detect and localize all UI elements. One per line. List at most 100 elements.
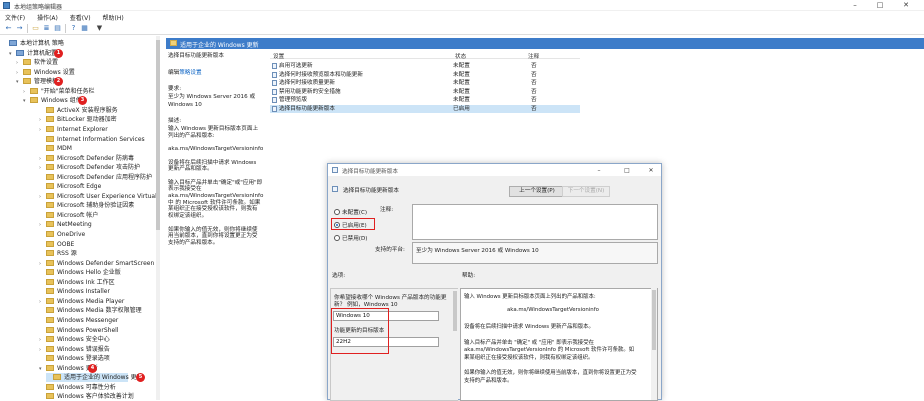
next-setting-button[interactable]: 下一个设置(N) (562, 186, 610, 197)
tree-pane: 本地计算机 策略 ▾ 计算机配置 1 › 软件设置 › Windows 设置 ▾ 管理模板 2 › "开… (0, 36, 160, 400)
tree-node[interactable]: OneDrive (39, 230, 85, 239)
computer-icon (9, 40, 17, 46)
forward-icon[interactable]: → (15, 24, 24, 33)
tree-node[interactable]: › Microsoft Defender 攻击防护 (39, 163, 140, 172)
options-scroll-thumb[interactable] (453, 291, 457, 331)
tree-scrollbar[interactable] (156, 36, 160, 400)
tree-node[interactable]: RSS 源 (39, 249, 77, 258)
list-icon[interactable]: ≣ (42, 24, 51, 33)
tree-node[interactable]: Windows 客户体验改善计划 (39, 392, 134, 400)
chevron-down-icon[interactable]: ▾ (16, 78, 23, 87)
tree-node[interactable]: 本地计算机 策略 (2, 39, 64, 48)
view-icon[interactable]: ▦ (80, 24, 89, 33)
column-state[interactable]: 状态 (455, 52, 466, 60)
tree-node[interactable]: ActiveX 安装程序服务 (39, 106, 118, 115)
tree-node[interactable]: › 软件设置 (16, 58, 58, 67)
properties-icon[interactable]: ▤ (53, 24, 62, 33)
tree-node[interactable]: › Windows 设置 (16, 68, 75, 77)
menu-help[interactable]: 帮助(H) (98, 11, 129, 22)
tree-node[interactable]: Windows Hello 企业版 (39, 268, 121, 277)
setting-row[interactable]: 管理预览版 未配置 否 (270, 96, 580, 104)
tree-node[interactable]: › Windows 错误报告 (39, 345, 110, 354)
chevron-down-icon[interactable]: ▾ (9, 50, 16, 59)
help-scroll-thumb[interactable] (652, 290, 656, 350)
minimize-button[interactable]: – (845, 1, 865, 10)
tree-node-label: Microsoft User Experience Virtualiz (57, 192, 160, 200)
tree-node[interactable]: 适用于企业的 Windows 更新 (46, 373, 143, 383)
tree-node[interactable]: › Microsoft Defender 防病毒 (39, 154, 134, 163)
dialog-minimize-button[interactable]: – (590, 166, 608, 175)
dialog-maximize-button[interactable]: □ (618, 166, 636, 175)
tree-node[interactable]: Windows Installer (39, 287, 110, 296)
close-button[interactable]: ✕ (896, 1, 916, 10)
tree-node[interactable]: › NetMeeting (39, 220, 92, 229)
setting-state: 未配置 (453, 63, 470, 69)
radio-disabled[interactable] (334, 235, 340, 241)
tree-node[interactable]: Microsoft Defender 应用程序防护 (39, 173, 152, 182)
tree-scroll-thumb[interactable] (156, 40, 160, 230)
menu-view[interactable]: 查看(V) (65, 11, 96, 22)
tree-node[interactable]: Microsoft 辅助身份验证因素 (39, 201, 134, 210)
tree-node[interactable]: › BitLocker 驱动器加密 (39, 115, 117, 124)
tree-node[interactable]: › Windows Defender SmartScreen (39, 259, 154, 268)
policy-icon (272, 80, 277, 87)
tree-node[interactable]: Windows Ink 工作区 (39, 278, 115, 287)
tree-node[interactable]: Windows Messenger (39, 316, 118, 325)
tree-node[interactable]: MDM (39, 144, 72, 153)
tree-node[interactable]: Microsoft Edge (39, 182, 101, 191)
chevron-down-icon[interactable]: ▾ (39, 365, 46, 374)
radio-not-configured-label[interactable]: 未配置(C) (342, 208, 367, 216)
setting-row[interactable]: 禁用功能更新的安全措施 未配置 否 (270, 88, 580, 96)
radio-disabled-label[interactable]: 已禁用(D) (342, 234, 367, 242)
setting-row[interactable]: 选择何时接收预览版本和功能更新 未配置 否 (270, 71, 580, 79)
tree-node[interactable]: Microsoft 帐户 (39, 211, 98, 220)
folder-icon (46, 250, 54, 257)
back-icon[interactable]: ← (4, 24, 13, 33)
setting-name: 启用可选更新 (279, 63, 313, 69)
setting-row[interactable]: 启用可选更新 未配置 否 (270, 62, 580, 70)
setting-row[interactable]: 选择目标功能更新版本 已启用 否 (270, 105, 580, 113)
filter-icon[interactable]: ▼ (95, 24, 104, 33)
help-scrollbar[interactable] (651, 288, 657, 400)
tree-node[interactable]: › Windows Media Player (39, 297, 124, 306)
tree-node[interactable]: Internet Information Services (39, 135, 145, 144)
setting-comment: 否 (531, 97, 537, 104)
dialog-close-button[interactable]: ✕ (642, 166, 660, 175)
comment-textarea[interactable] (412, 204, 658, 240)
tree-node-label: MDM (57, 145, 72, 153)
radio-not-configured[interactable] (334, 209, 340, 215)
chevron-down-icon[interactable]: ▾ (23, 97, 30, 106)
folder-icon[interactable]: ▭ (31, 24, 40, 33)
setting-row[interactable]: 选择何时接收质量更新 未配置 否 (270, 79, 580, 87)
tree-node-label: RSS 源 (57, 250, 77, 258)
tree-node[interactable]: › "开始"菜单和任务栏 (23, 87, 95, 96)
tree-node[interactable]: › Internet Explorer (39, 125, 108, 134)
tree-node[interactable]: ▾ 计算机配置 (9, 49, 57, 58)
menu-file[interactable]: 文件(F) (0, 11, 30, 22)
tree-node[interactable]: Windows 可靠性分析 (39, 383, 116, 392)
description-panel: 选择目标功能更新版本 编辑策略设置 要求: 至少为 Windows Server… (166, 50, 266, 400)
tree-node[interactable]: › Windows 安全中心 (39, 335, 110, 344)
setting-name: 选择何时接收预览版本和功能更新 (279, 71, 363, 78)
tree-node[interactable]: ▾ 管理模板 (16, 77, 58, 86)
description-line: aka.ms/WindowsTargetVersioninfo (168, 146, 264, 153)
maximize-button[interactable]: □ (870, 1, 890, 10)
column-comment[interactable]: 注释 (528, 52, 539, 60)
tree-node[interactable]: Windows Media 数字权限管理 (39, 306, 142, 315)
previous-setting-button[interactable]: 上一个设置(P) (509, 186, 565, 197)
help-icon[interactable]: ? (69, 24, 78, 33)
tree-node-label: Windows Media Player (57, 297, 125, 305)
setting-name: 选择目标功能更新版本 (279, 106, 335, 112)
setting-comment: 否 (531, 71, 537, 78)
column-setting[interactable]: 设置 (273, 52, 284, 60)
tree-node[interactable]: ▾ Windows 组件 (23, 96, 82, 105)
tree-node[interactable]: OOBE (39, 240, 74, 249)
options-scrollbar[interactable] (452, 289, 458, 400)
tree-node[interactable]: › Microsoft User Experience Virtualiz (39, 192, 160, 201)
tree-node[interactable]: Windows 登录选项 (39, 354, 110, 363)
help-label: 帮助: (462, 273, 476, 279)
folder-icon (46, 278, 54, 285)
edit-policy-link[interactable]: 策略设置 (179, 70, 201, 76)
tree-node[interactable]: Windows PowerShell (39, 326, 118, 335)
menu-action[interactable]: 操作(A) (32, 11, 63, 22)
